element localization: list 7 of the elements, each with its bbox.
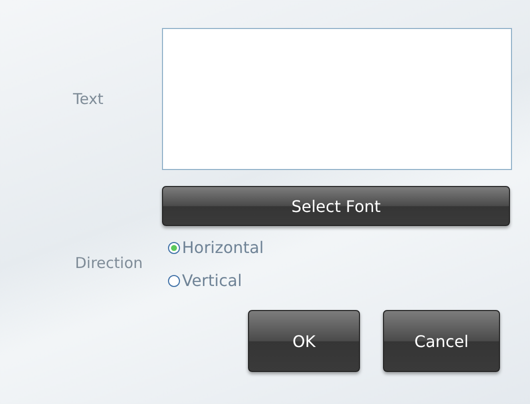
cancel-button[interactable]: Cancel [383, 310, 500, 372]
direction-radio[interactable]: Vertical [168, 271, 512, 290]
ok-button[interactable]: OK [248, 310, 360, 372]
select-font-button[interactable]: Select Font [162, 186, 510, 226]
text-input-field[interactable] [162, 28, 512, 170]
direction-label: Direction [75, 254, 143, 272]
text-label: Text [73, 90, 104, 108]
